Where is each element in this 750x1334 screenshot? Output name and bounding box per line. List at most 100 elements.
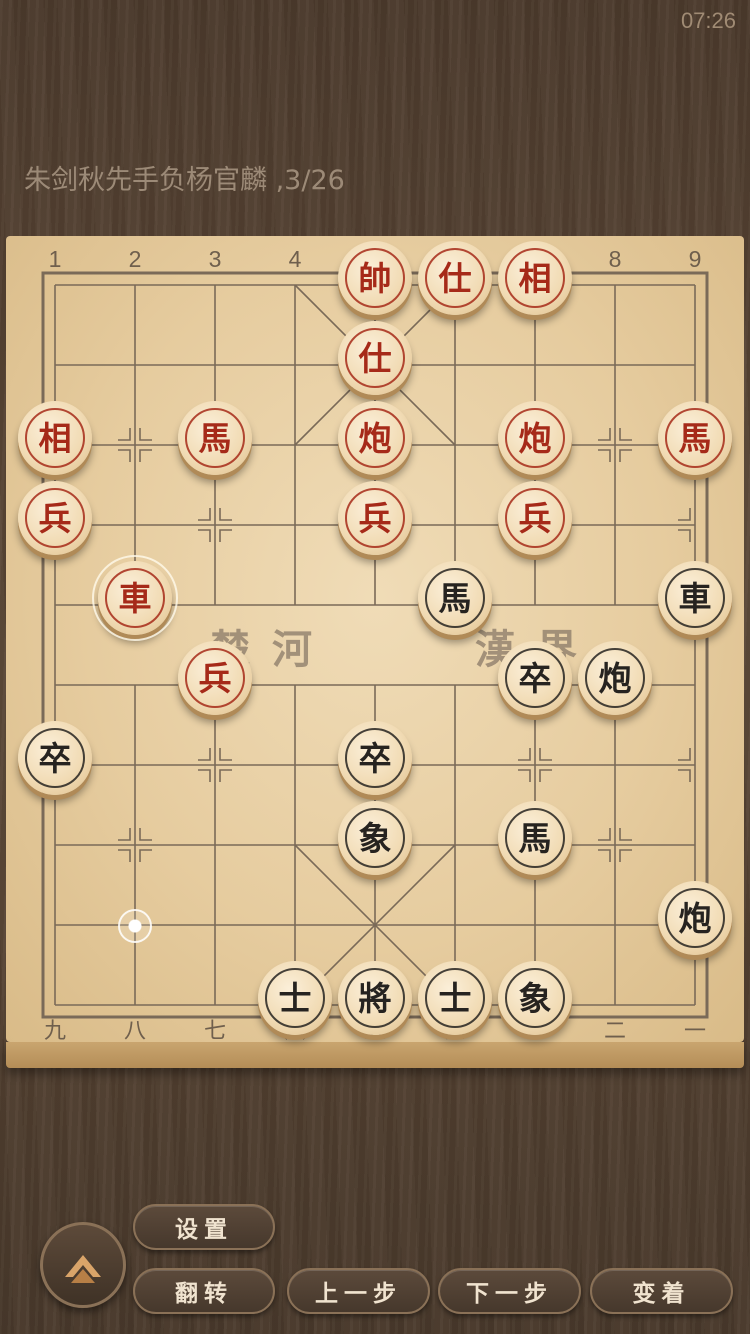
position-marker xyxy=(539,748,552,761)
black-piece[interactable]: 炮 xyxy=(658,881,732,955)
column-number-top: 2 xyxy=(129,246,142,272)
red-piece[interactable]: 兵 xyxy=(498,481,572,555)
piece-character: 士 xyxy=(278,978,312,1018)
position-marker xyxy=(139,428,152,441)
piece-character: 象 xyxy=(358,818,392,858)
piece-character: 卒 xyxy=(358,738,392,778)
position-marker xyxy=(118,828,131,841)
piece-character: 兵 xyxy=(198,658,232,698)
piece-character: 炮 xyxy=(358,418,392,458)
position-marker xyxy=(619,849,632,862)
piece-character: 馬 xyxy=(438,578,472,618)
next-move-button[interactable]: 下一步 xyxy=(438,1268,581,1314)
position-marker xyxy=(219,529,232,542)
black-piece[interactable]: 馬 xyxy=(418,561,492,635)
menu-button[interactable] xyxy=(40,1222,126,1308)
piece-character: 兵 xyxy=(358,498,392,538)
red-piece[interactable]: 兵 xyxy=(338,481,412,555)
red-piece[interactable]: 馬 xyxy=(178,401,252,475)
red-piece[interactable]: 兵 xyxy=(178,641,252,715)
column-number-top: 8 xyxy=(609,246,622,272)
flip-board-button[interactable]: 翻转 xyxy=(133,1268,275,1314)
red-piece[interactable]: 兵 xyxy=(18,481,92,555)
piece-character: 炮 xyxy=(678,898,712,938)
piece-character: 相 xyxy=(38,418,72,458)
piece-character: 車 xyxy=(118,578,152,618)
black-piece[interactable]: 卒 xyxy=(498,641,572,715)
black-piece[interactable]: 象 xyxy=(338,801,412,875)
red-piece[interactable]: 帥 xyxy=(338,241,412,315)
black-piece[interactable]: 士 xyxy=(418,961,492,1035)
position-marker xyxy=(619,828,632,841)
piece-character: 士 xyxy=(438,978,472,1018)
black-piece[interactable]: 士 xyxy=(258,961,332,1035)
red-piece[interactable]: 相 xyxy=(498,241,572,315)
position-marker xyxy=(678,508,691,521)
black-piece[interactable]: 卒 xyxy=(18,721,92,795)
column-number-top: 1 xyxy=(49,246,62,272)
settings-button[interactable]: 设置 xyxy=(133,1204,275,1250)
position-marker xyxy=(539,769,552,782)
position-marker xyxy=(598,828,611,841)
column-number-bottom: 八 xyxy=(124,1019,146,1044)
piece-character: 兵 xyxy=(518,498,552,538)
black-piece[interactable]: 卒 xyxy=(338,721,412,795)
position-marker xyxy=(198,529,211,542)
position-marker xyxy=(118,849,131,862)
piece-character: 馬 xyxy=(678,418,712,458)
position-marker xyxy=(198,508,211,521)
piece-character: 炮 xyxy=(598,658,632,698)
red-piece[interactable]: 車 xyxy=(92,555,178,641)
column-number-bottom: 九 xyxy=(44,1019,66,1044)
move-hint-marker[interactable] xyxy=(118,909,152,943)
red-piece[interactable]: 仕 xyxy=(338,321,412,395)
position-marker xyxy=(619,449,632,462)
position-marker xyxy=(219,508,232,521)
red-piece[interactable]: 炮 xyxy=(498,401,572,475)
position-marker xyxy=(678,529,691,542)
piece-character: 卒 xyxy=(38,738,72,778)
black-piece[interactable]: 馬 xyxy=(498,801,572,875)
piece-ring xyxy=(105,568,165,628)
piece-character: 相 xyxy=(518,258,552,298)
position-marker xyxy=(219,769,232,782)
piece-character: 馬 xyxy=(198,418,232,458)
column-number-top: 3 xyxy=(209,246,222,272)
position-marker xyxy=(598,449,611,462)
position-marker xyxy=(598,428,611,441)
piece-character: 帥 xyxy=(358,258,392,298)
chevron-up-icon xyxy=(65,1255,101,1283)
position-marker xyxy=(619,428,632,441)
piece-character: 兵 xyxy=(38,498,72,538)
black-piece[interactable]: 車 xyxy=(658,561,732,635)
position-marker xyxy=(219,748,232,761)
previous-move-button[interactable]: 上一步 xyxy=(287,1268,430,1314)
piece-character: 仕 xyxy=(358,338,392,378)
position-marker xyxy=(198,769,211,782)
piece-character: 馬 xyxy=(518,818,552,858)
variation-button[interactable]: 变着 xyxy=(590,1268,733,1314)
position-marker xyxy=(118,449,131,462)
position-marker xyxy=(518,748,531,761)
red-piece[interactable]: 仕 xyxy=(418,241,492,315)
column-number-bottom: 二 xyxy=(604,1019,626,1044)
red-piece[interactable]: 炮 xyxy=(338,401,412,475)
position-marker xyxy=(678,769,691,782)
piece-character: 象 xyxy=(518,978,552,1018)
position-marker xyxy=(198,748,211,761)
position-marker xyxy=(678,748,691,761)
piece-character: 炮 xyxy=(518,418,552,458)
column-number-bottom: 一 xyxy=(684,1019,706,1044)
position-marker xyxy=(518,769,531,782)
piece-character: 仕 xyxy=(438,258,472,298)
position-marker xyxy=(139,849,152,862)
position-marker xyxy=(118,428,131,441)
piece-character: 車 xyxy=(678,578,712,618)
black-piece[interactable]: 象 xyxy=(498,961,572,1035)
position-marker xyxy=(598,849,611,862)
black-piece[interactable]: 將 xyxy=(338,961,412,1035)
column-number-top: 4 xyxy=(289,246,302,272)
black-piece[interactable]: 炮 xyxy=(578,641,652,715)
red-piece[interactable]: 馬 xyxy=(658,401,732,475)
red-piece[interactable]: 相 xyxy=(18,401,92,475)
